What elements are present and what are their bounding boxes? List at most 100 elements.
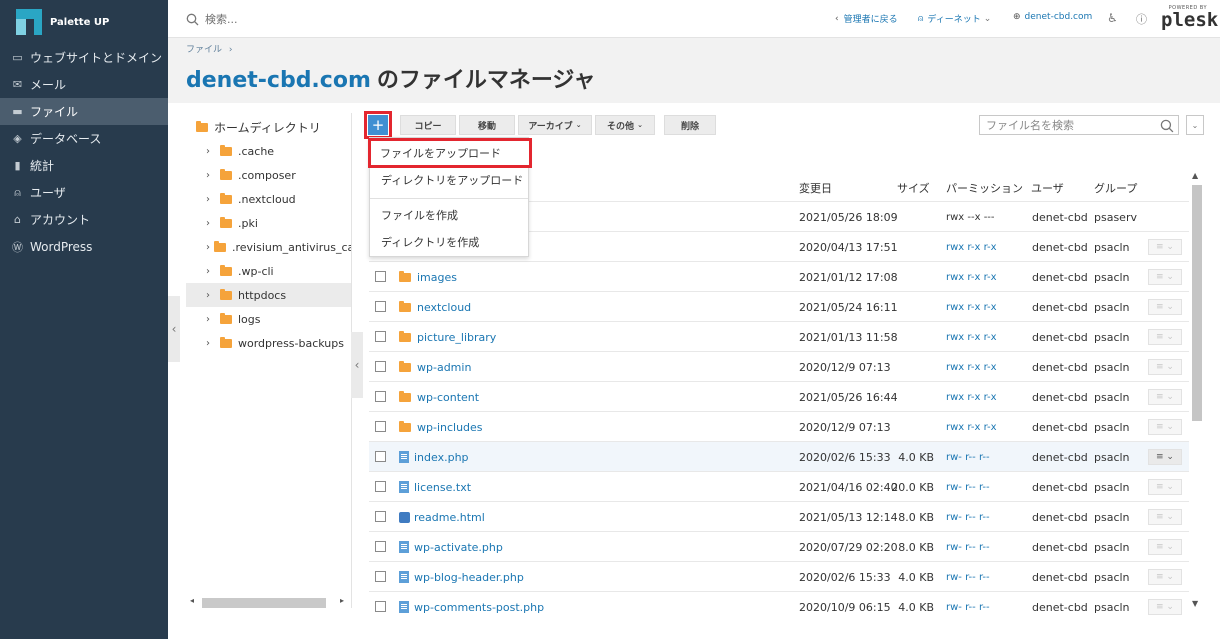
table-scroll-thumb[interactable] [1192, 185, 1202, 421]
file-name-link[interactable]: nextcloud [399, 292, 471, 322]
file-name-link[interactable]: index.php [399, 442, 469, 472]
column-permission[interactable]: パーミッション [946, 180, 1023, 196]
sidebar-item-2[interactable]: ▬ ファイル [0, 98, 168, 125]
file-name-link[interactable]: license.txt [399, 472, 471, 502]
tree-item[interactable]: › .wp-cli [186, 259, 352, 283]
chevron-right-icon[interactable]: › [206, 338, 216, 349]
menu-upload-directory[interactable]: ディレクトリをアップロード [370, 166, 528, 193]
table-row[interactable]: images 2021/01/12 17:08 rwx r-x r-x denet-c… [369, 261, 1189, 291]
accessibility-icon[interactable]: ♿ [1107, 11, 1118, 25]
chevron-right-icon[interactable]: › [206, 170, 216, 181]
file-permission[interactable]: rw- r-- r-- [946, 502, 990, 532]
table-row[interactable]: nextcloud 2021/05/24 16:11 rwx r-x r-x dene… [369, 291, 1189, 321]
table-row[interactable]: readme.html 2021/05/13 12:14 8.0 KB rw- r--… [369, 501, 1189, 531]
tree-scroll-thumb[interactable] [202, 598, 326, 608]
file-permission[interactable]: rwx r-x r-x [946, 322, 997, 352]
tree-item[interactable]: › .composer [186, 163, 352, 187]
table-row[interactable]: wp-blog-header.php 2020/02/6 15:33 4.0 KB r… [369, 561, 1189, 591]
table-row[interactable]: wp-activate.php 2020/07/29 02:20 8.0 KB rw-… [369, 531, 1189, 561]
sidebar-item-5[interactable]: ⍝ ユーザ [0, 179, 168, 206]
row-actions-button[interactable]: ≡ ⌄ [1148, 239, 1182, 255]
table-row[interactable]: wp-content 2021/05/26 16:44 rwx r-x r-x den… [369, 381, 1189, 411]
file-permission[interactable]: rwx r-x r-x [946, 382, 997, 412]
row-checkbox[interactable] [375, 451, 386, 462]
row-actions-button[interactable]: ≡ ⌄ [1148, 299, 1182, 315]
table-row[interactable]: index.php 2020/02/6 15:33 4.0 KB rw- r-- r-… [369, 441, 1189, 471]
tree-collapse-button[interactable]: ‹ [351, 332, 363, 398]
search-options-button[interactable]: ⌄ [1186, 115, 1204, 135]
tree-item[interactable]: › logs [186, 307, 352, 331]
copy-button[interactable]: コピー [400, 115, 456, 135]
file-permission[interactable]: rwx r-x r-x [946, 232, 997, 262]
file-name-link[interactable]: picture_library [399, 322, 496, 352]
file-name-link[interactable]: wp-admin [399, 352, 471, 382]
scroll-down-icon[interactable]: ▼ [1192, 599, 1198, 608]
file-name-link[interactable]: wp-content [399, 382, 479, 412]
row-actions-button[interactable]: ≡ ⌄ [1148, 449, 1182, 465]
table-row[interactable]: license.txt 2021/04/16 02:40 20.0 KB rw- r-… [369, 471, 1189, 501]
file-name-link[interactable]: images [399, 262, 457, 292]
sidebar-item-6[interactable]: ⌂ アカウント [0, 206, 168, 233]
chevron-right-icon[interactable]: › [206, 242, 210, 253]
sidebar-item-7[interactable]: Ⓦ WordPress [0, 233, 168, 260]
delete-button[interactable]: 削除 [664, 115, 716, 135]
row-checkbox[interactable] [375, 421, 386, 432]
column-user[interactable]: ユーザ [1031, 180, 1064, 196]
file-name-link[interactable]: wp-blog-header.php [399, 562, 524, 592]
row-checkbox[interactable] [375, 361, 386, 372]
file-permission[interactable]: rw- r-- r-- [946, 532, 990, 562]
sidebar-item-4[interactable]: ▮ 統計 [0, 152, 168, 179]
tree-item[interactable]: › wordpress-backups [186, 331, 352, 355]
column-group[interactable]: グループ [1094, 180, 1137, 196]
tree-root[interactable]: ホームディレクトリ [196, 119, 321, 136]
menu-upload-file[interactable]: ファイルをアップロード [368, 138, 532, 168]
row-checkbox[interactable] [375, 331, 386, 342]
scroll-right-icon[interactable]: ▸ [340, 596, 344, 605]
domain-link[interactable]: ⊕ denet-cbd.com [1013, 12, 1092, 22]
row-actions-button[interactable]: ≡ ⌄ [1148, 479, 1182, 495]
row-checkbox[interactable] [375, 271, 386, 282]
user-menu[interactable]: ⍝ ディーネット ⌄ [918, 12, 991, 26]
row-actions-button[interactable]: ≡ ⌄ [1148, 359, 1182, 375]
file-permission[interactable]: rwx r-x r-x [946, 262, 997, 292]
tree-item[interactable]: › .cache [186, 139, 352, 163]
chevron-right-icon[interactable]: › [206, 314, 216, 325]
archive-button[interactable]: アーカイブ ⌄ [518, 115, 592, 135]
chevron-right-icon[interactable]: › [206, 218, 216, 229]
file-name-link[interactable]: wp-comments-post.php [399, 592, 544, 622]
tree-item[interactable]: › .pki [186, 211, 352, 235]
row-checkbox[interactable] [375, 481, 386, 492]
move-button[interactable]: 移動 [459, 115, 515, 135]
row-checkbox[interactable] [375, 301, 386, 312]
file-permission[interactable]: rw- r-- r-- [946, 562, 990, 592]
global-search[interactable]: 検索... [186, 11, 238, 27]
sidebar-item-3[interactable]: ◈ データベース [0, 125, 168, 152]
row-actions-button[interactable]: ≡ ⌄ [1148, 329, 1182, 345]
chevron-right-icon[interactable]: › [206, 290, 216, 301]
row-checkbox[interactable] [375, 391, 386, 402]
table-row[interactable]: wp-includes 2020/12/9 07:13 rwx r-x r-x den… [369, 411, 1189, 441]
row-checkbox[interactable] [375, 601, 386, 612]
menu-create-directory[interactable]: ディレクトリを作成 [370, 228, 528, 255]
table-vertical-scrollbar[interactable]: ▲ ▼ [1190, 171, 1202, 611]
scroll-left-icon[interactable]: ◂ [190, 596, 194, 605]
row-checkbox[interactable] [375, 541, 386, 552]
row-actions-button[interactable]: ≡ ⌄ [1148, 389, 1182, 405]
column-size[interactable]: サイズ [897, 180, 930, 196]
tree-item[interactable]: › .nextcloud [186, 187, 352, 211]
table-row[interactable]: wp-admin 2020/12/9 07:13 rwx r-x r-x denet-… [369, 351, 1189, 381]
tree-item[interactable]: › .revisium_antivirus_cache [186, 235, 352, 259]
help-icon[interactable]: ⓘ [1136, 11, 1147, 27]
file-permission[interactable]: rw- r-- r-- [946, 592, 990, 622]
sidebar-item-0[interactable]: ▭ ウェブサイトとドメイン [0, 44, 168, 71]
tree-horizontal-scrollbar[interactable]: ◂ ▸ [186, 594, 352, 612]
file-search-input[interactable]: ファイル名を検索 [979, 115, 1179, 135]
file-permission[interactable]: rwx r-x r-x [946, 292, 997, 322]
file-permission[interactable]: rwx --x --- [946, 202, 995, 232]
scroll-up-icon[interactable]: ▲ [1192, 171, 1198, 180]
row-actions-button[interactable]: ≡ ⌄ [1148, 509, 1182, 525]
row-checkbox[interactable] [375, 571, 386, 582]
sidebar-item-1[interactable]: ✉ メール [0, 71, 168, 98]
file-permission[interactable]: rw- r-- r-- [946, 442, 990, 472]
row-actions-button[interactable]: ≡ ⌄ [1148, 539, 1182, 555]
